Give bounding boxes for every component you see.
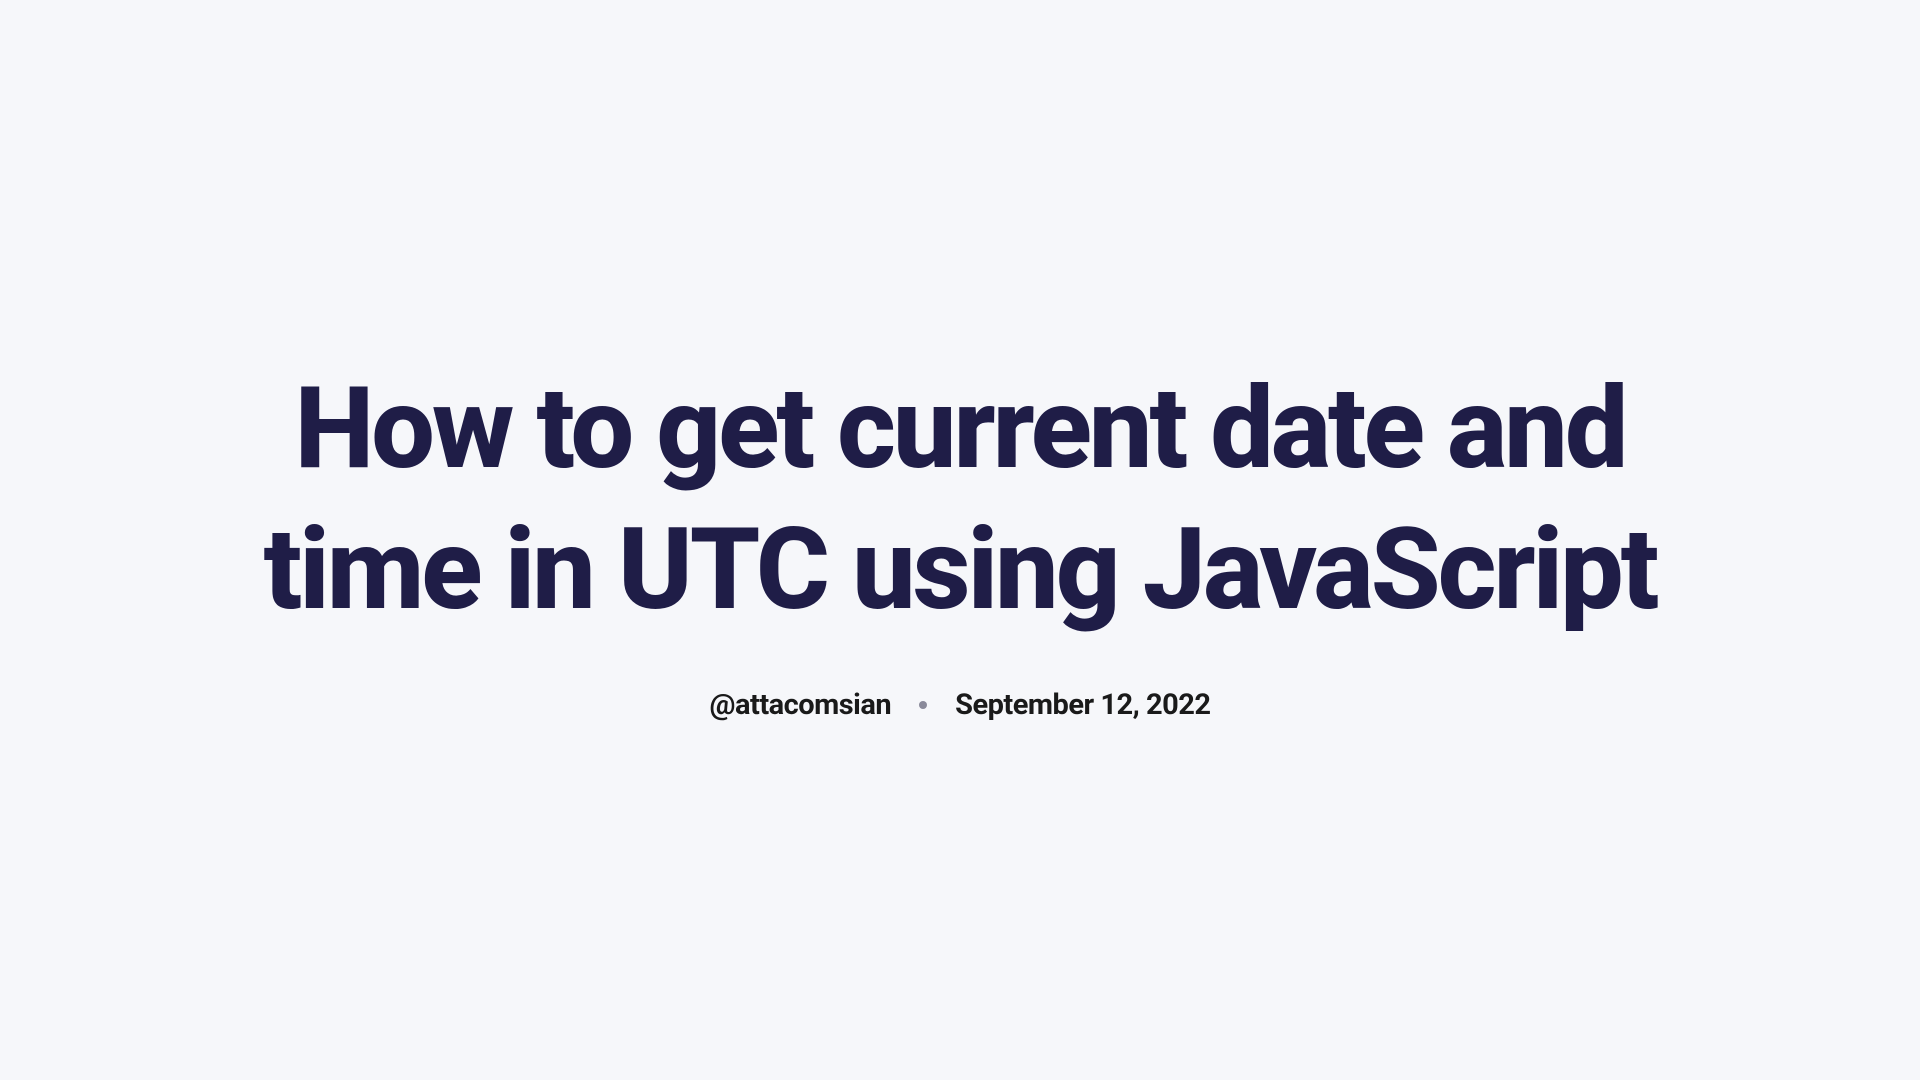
article-title: How to get current date and time in UTC …: [260, 358, 1660, 641]
article-header: How to get current date and time in UTC …: [260, 358, 1660, 723]
article-date: September 12, 2022: [955, 688, 1210, 722]
article-author: @attacomsian: [709, 688, 891, 722]
article-meta: @attacomsian September 12, 2022: [709, 688, 1210, 722]
meta-separator-icon: [919, 701, 927, 709]
